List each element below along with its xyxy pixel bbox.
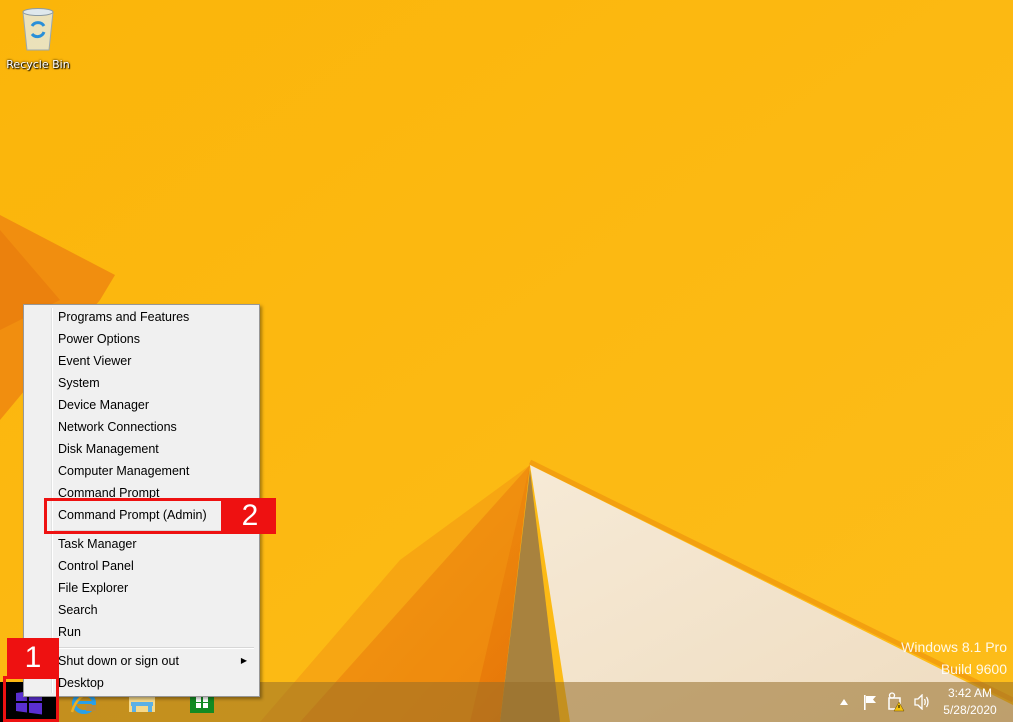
desktop-icon-label: Recycle Bin — [6, 58, 70, 71]
menu-item-label: Event Viewer — [58, 354, 132, 368]
menu-item-system[interactable]: System — [26, 372, 257, 394]
menu-item-label: Desktop — [58, 676, 104, 690]
volume-button[interactable] — [911, 691, 933, 713]
watermark-build: Build 9600 — [940, 661, 1007, 677]
network-button[interactable] — [885, 691, 907, 713]
menu-item-run[interactable]: Run — [26, 621, 257, 643]
clock-time: 3:42 AM — [947, 686, 993, 700]
annotation-highlight-step-2 — [44, 498, 224, 534]
menu-item-disk-management[interactable]: Disk Management — [26, 438, 257, 460]
menu-item-programs-and-features[interactable]: Programs and Features — [26, 306, 257, 328]
clock-date: 5/28/2020 — [943, 703, 997, 717]
action-center-flag-icon — [864, 695, 876, 710]
menu-item-label: Device Manager — [58, 398, 150, 412]
watermark-edition: Windows 8.1 Pro — [901, 639, 1007, 655]
menu-item-task-manager[interactable]: Task Manager — [26, 533, 257, 555]
menu-item-label: Task Manager — [58, 537, 137, 551]
menu-item-shut-down-or-sign-out[interactable]: Shut down or sign out ▶ — [26, 650, 257, 672]
annotation-number-step-2: 2 — [224, 498, 276, 534]
menu-item-label: System — [58, 376, 100, 390]
annotation-number-step-1: 1 — [7, 638, 59, 678]
action-center-button[interactable] — [859, 691, 881, 713]
menu-item-label: Network Connections — [58, 420, 177, 434]
taskbar-clock[interactable]: 3:42 AM 5/28/2020 — [935, 685, 1005, 719]
chevron-up-icon — [840, 699, 848, 705]
menu-item-search[interactable]: Search — [26, 599, 257, 621]
annotation-highlight-step-1 — [3, 676, 59, 722]
system-tray: 3:42 AM 5/28/2020 — [831, 682, 1013, 722]
menu-item-label: Control Panel — [58, 559, 134, 573]
menu-item-label: Disk Management — [58, 442, 159, 456]
show-hidden-icons-button[interactable] — [833, 691, 855, 713]
desktop-icon-recycle-bin[interactable]: Recycle Bin — [4, 6, 72, 71]
menu-separator — [54, 647, 254, 649]
menu-item-label: Power Options — [58, 332, 140, 346]
menu-item-label: Shut down or sign out — [58, 654, 179, 668]
windows-version-watermark: Windows 8.1 Pro Build 9600 — [901, 636, 1007, 680]
menu-item-label: File Explorer — [58, 581, 129, 595]
menu-item-device-manager[interactable]: Device Manager — [26, 394, 257, 416]
menu-item-label: Run — [58, 625, 81, 639]
volume-icon — [914, 694, 929, 710]
menu-item-power-options[interactable]: Power Options — [26, 328, 257, 350]
submenu-arrow-icon: ▶ — [240, 656, 247, 665]
recycle-bin-icon — [22, 8, 54, 51]
menu-item-event-viewer[interactable]: Event Viewer — [26, 350, 257, 372]
menu-item-label: Computer Management — [58, 464, 190, 478]
menu-item-network-connections[interactable]: Network Connections — [26, 416, 257, 438]
menu-item-file-explorer[interactable]: File Explorer — [26, 577, 257, 599]
menu-item-label: Programs and Features — [58, 310, 190, 324]
menu-item-computer-management[interactable]: Computer Management — [26, 460, 257, 482]
menu-item-control-panel[interactable]: Control Panel — [26, 555, 257, 577]
menu-item-label: Search — [58, 603, 98, 617]
network-warning-icon — [888, 692, 905, 712]
menu-item-desktop[interactable]: Desktop — [26, 672, 257, 694]
